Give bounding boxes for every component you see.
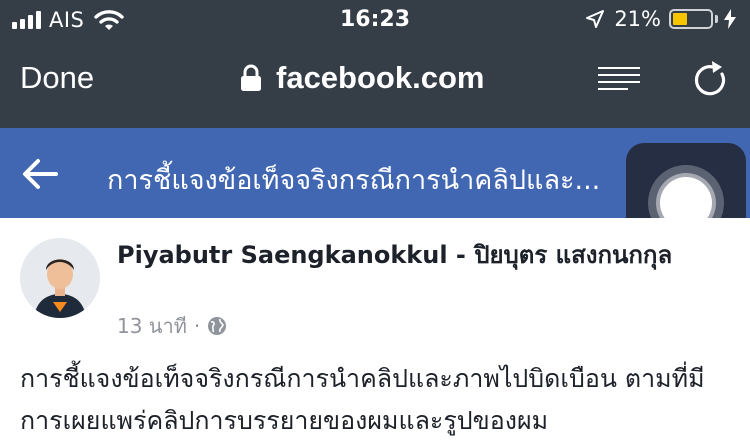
page-title: การชี้แจงข้อเท็จจริงกรณีการนำคลิปและ... bbox=[107, 165, 601, 196]
done-button[interactable]: Done bbox=[20, 60, 94, 96]
back-arrow-icon[interactable] bbox=[22, 158, 58, 190]
status-bar-right: 21% bbox=[586, 7, 736, 31]
lock-icon bbox=[241, 64, 261, 91]
meta-separator: · bbox=[193, 314, 201, 338]
charging-bolt-icon bbox=[724, 9, 736, 29]
post-author[interactable]: Piyabutr Saengkanokkul - ปิยบุตร แสงกนกก… bbox=[117, 238, 717, 272]
battery-percent: 21% bbox=[614, 7, 661, 31]
avatar-image bbox=[20, 238, 100, 318]
post-text: การชี้แจงข้อเท็จจริงกรณีการนำคลิปและภาพไ… bbox=[20, 364, 705, 435]
reload-icon[interactable] bbox=[692, 60, 728, 98]
url-text: facebook.com bbox=[276, 60, 485, 95]
battery-icon bbox=[669, 9, 713, 29]
avatar[interactable] bbox=[20, 238, 100, 318]
battery-tip bbox=[715, 15, 718, 23]
post-meta: 13 นาที · bbox=[117, 310, 227, 342]
reader-icon[interactable] bbox=[598, 66, 640, 92]
browser-toolbar: Done facebook.com bbox=[0, 40, 750, 128]
post-card: Piyabutr Saengkanokkul - ปิยบุตร แสงกนกก… bbox=[0, 218, 750, 435]
status-bar: AIS 16:23 21% bbox=[0, 0, 750, 40]
address-bar[interactable]: facebook.com bbox=[240, 60, 484, 96]
location-arrow-icon bbox=[586, 10, 605, 28]
globe-icon bbox=[208, 317, 227, 335]
battery-level-fill bbox=[673, 13, 687, 25]
post-timestamp[interactable]: 13 นาที bbox=[117, 310, 187, 342]
